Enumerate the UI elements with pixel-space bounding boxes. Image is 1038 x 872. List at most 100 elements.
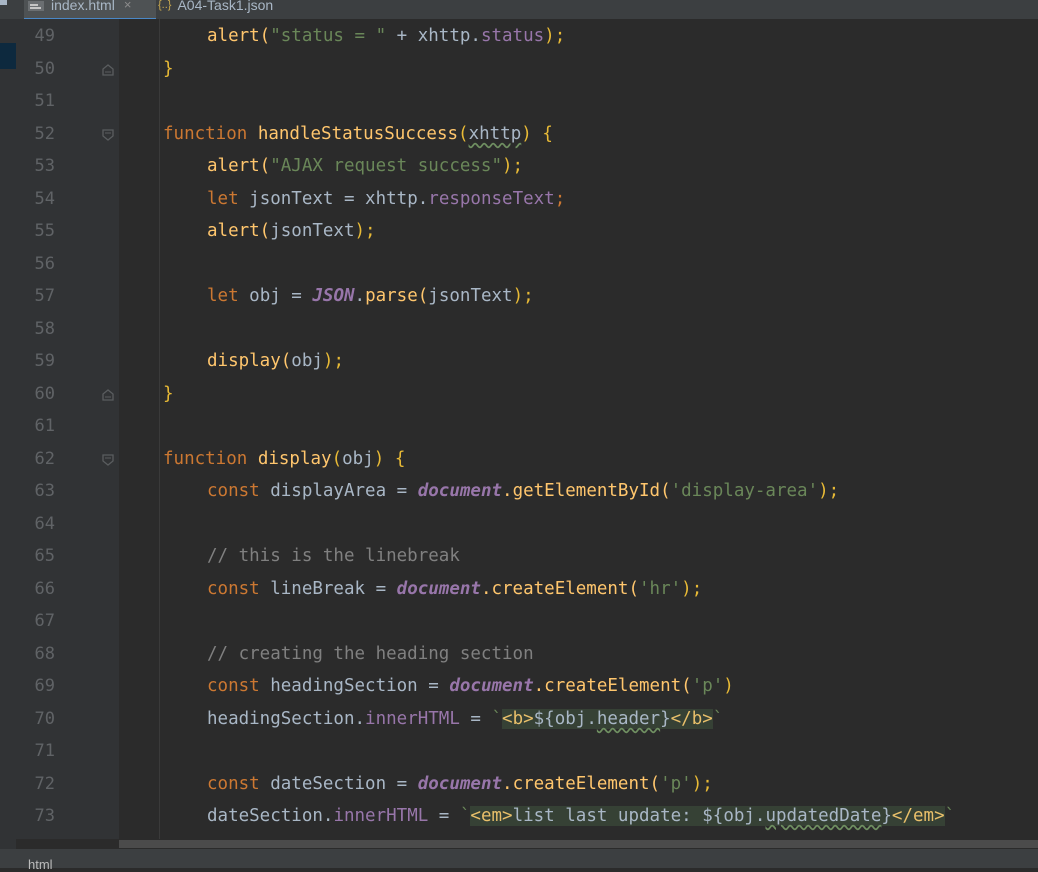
code-comment: // this is the linebreak — [207, 546, 460, 566]
line-number: 64 — [34, 514, 55, 534]
editor-tab-bar: index.html × {..} A04-Task1.json — [0, 0, 1038, 19]
code-token: jsonText — [428, 286, 513, 306]
code-token: ` — [459, 806, 471, 826]
code-token: obj. — [723, 806, 766, 826]
code-token: displayArea = — [270, 481, 418, 501]
code-token: JSON — [312, 286, 355, 306]
code-token: jsonText = xhttp. — [249, 189, 429, 209]
code-comment: // creating the heading section — [207, 644, 534, 664]
line-number: 49 — [34, 26, 55, 46]
code-token: display — [257, 449, 332, 469]
code-token: document — [417, 774, 503, 794]
code-token: <em> — [470, 806, 513, 826]
fold-end-icon[interactable] — [101, 62, 115, 76]
code-line-71[interactable]: 71 — [0, 735, 1038, 767]
code-line-69[interactable]: 69 const headingSection = document.creat… — [0, 670, 1038, 702]
close-icon[interactable]: × — [124, 0, 132, 12]
code-token: ); — [354, 221, 376, 241]
breadcrumb-item[interactable]: html — [28, 857, 53, 872]
code-token: xhttp — [468, 124, 522, 144]
code-line-70[interactable]: 70 headingSection.innerHTML = `<b>${obj.… — [0, 703, 1038, 735]
code-line-68[interactable]: 68 // creating the heading section — [0, 638, 1038, 670]
code-line-67[interactable]: 67 — [0, 605, 1038, 637]
tab-a04-task1-json[interactable]: {..} A04-Task1.json — [158, 0, 298, 18]
code-line-63[interactable]: 63 const displayArea = document.getEleme… — [0, 475, 1038, 507]
code-line-73[interactable]: 73 dateSection.innerHTML = `<em>list las… — [0, 800, 1038, 832]
line-number: 67 — [34, 611, 55, 631]
code-line-50[interactable]: 50 } — [0, 53, 1038, 85]
tab-index-html[interactable]: index.html × — [24, 0, 156, 19]
code-line-64[interactable]: 64 — [0, 508, 1038, 540]
code-token: responseText — [428, 189, 555, 209]
code-token: let — [207, 189, 250, 209]
code-line-51[interactable]: 51 — [0, 85, 1038, 117]
fold-end-icon[interactable] — [101, 387, 115, 401]
code-token: headingSection. — [207, 709, 366, 729]
code-token: list last update: — [512, 806, 703, 826]
code-line-59[interactable]: 59 display(obj); — [0, 345, 1038, 377]
code-token: document — [396, 579, 481, 599]
fold-start-icon[interactable] — [101, 452, 115, 466]
code-line-60[interactable]: 60 } — [0, 378, 1038, 410]
line-number: 66 — [34, 579, 55, 599]
code-token: ); — [681, 579, 703, 599]
code-token: ); — [322, 351, 344, 371]
code-token: + xhttp. — [386, 26, 481, 46]
code-line-65[interactable]: 65 // this is the linebreak — [0, 540, 1038, 572]
code-line-62[interactable]: 62 function display(obj) { — [0, 443, 1038, 475]
code-line-55[interactable]: 55 alert(jsonText); — [0, 215, 1038, 247]
scrollbar-thumb[interactable] — [119, 840, 1038, 848]
code-token: 'display-area' — [670, 481, 819, 501]
code-line-61[interactable]: 61 — [0, 410, 1038, 442]
code-line-66[interactable]: 66 const lineBreak = document.createElem… — [0, 573, 1038, 605]
code-token: <b> — [502, 709, 534, 729]
code-token: const — [207, 579, 271, 599]
code-token: display( — [207, 351, 292, 371]
html-file-icon — [28, 0, 44, 11]
line-number: 51 — [34, 91, 55, 111]
code-token: 'p' — [660, 774, 692, 794]
code-token: } — [163, 384, 174, 404]
json-file-icon: {..} — [158, 0, 172, 11]
line-number: 74 — [16, 833, 55, 839]
code-token: const — [207, 481, 271, 501]
code-token: obj = — [249, 286, 313, 306]
code-line-58[interactable]: 58 — [0, 313, 1038, 345]
line-number: 56 — [34, 254, 55, 274]
code-token: ` — [491, 709, 503, 729]
code-token: innerHTML — [333, 806, 429, 826]
code-token: "AJAX request success" — [270, 156, 503, 176]
code-token: ` — [712, 709, 724, 729]
code-token: ` — [944, 806, 956, 826]
code-line-56[interactable]: 56 — [0, 248, 1038, 280]
code-line-72[interactable]: 72 const dateSection = document.createEl… — [0, 768, 1038, 800]
code-token: obj — [291, 351, 323, 371]
code-token: obj. — [554, 709, 597, 729]
code-line-54[interactable]: 54 let jsonText = xhttp.responseText; — [0, 183, 1038, 215]
breadcrumb-bar: html — [0, 849, 1038, 872]
code-token: const — [207, 676, 271, 696]
code-token: updatedDate — [765, 806, 882, 826]
line-number: 68 — [34, 644, 55, 664]
line-number: 73 — [34, 806, 55, 826]
line-number: 61 — [34, 416, 55, 436]
line-number: 53 — [34, 156, 55, 176]
code-line-53[interactable]: 53 alert("AJAX request success"); — [0, 150, 1038, 182]
code-line-52[interactable]: 52 function handleStatusSuccess(xhttp) { — [0, 118, 1038, 150]
tab-label: A04-Task1.json — [177, 0, 274, 13]
code-token: .createElement( — [502, 774, 661, 794]
line-number: 55 — [34, 221, 55, 241]
code-line-57[interactable]: 57 let obj = JSON.parse(jsonText); — [0, 280, 1038, 312]
line-number: 50 — [34, 59, 55, 79]
code-token: dateSection. — [207, 806, 334, 826]
horizontal-scrollbar[interactable] — [119, 839, 1038, 849]
line-number: 57 — [34, 286, 55, 306]
code-token: } — [881, 806, 892, 826]
code-token: jsonText — [270, 221, 355, 241]
code-token: </em> — [891, 806, 945, 826]
code-token: "status = " — [270, 26, 387, 46]
line-number: 52 — [34, 124, 55, 144]
code-line-49[interactable]: 49 alert("status = " + xhttp.status); — [0, 20, 1038, 52]
code-token: const — [207, 774, 271, 794]
fold-start-icon[interactable] — [101, 127, 115, 141]
